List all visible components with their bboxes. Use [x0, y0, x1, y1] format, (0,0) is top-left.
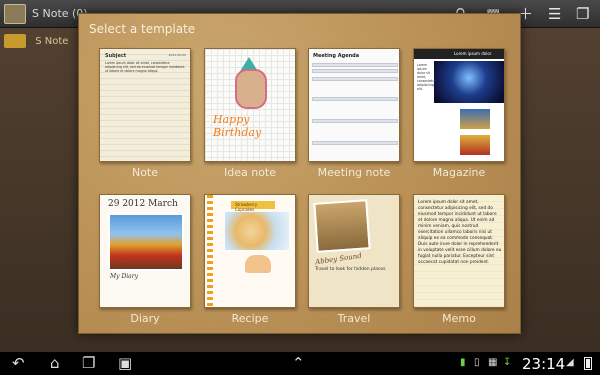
preview-heading: Lorem ipsum dolor [454, 51, 492, 56]
form-row [312, 69, 398, 73]
photo-thumbnail [460, 135, 490, 155]
carousel-photo [108, 213, 184, 271]
recipe-banner: Strawberry Cupcakes [231, 201, 275, 212]
preview-caption: My Diary [110, 273, 139, 280]
template-dialog: Select a template Subject 2012-00-00 Lor… [78, 13, 521, 334]
clock[interactable]: 23:14 [522, 355, 565, 373]
preview-heading: Subject [105, 53, 127, 59]
preview-date: 29 2012 March [108, 199, 178, 209]
folder-icon [4, 34, 26, 48]
image-icon: ▦ [488, 357, 498, 368]
template-label-memo[interactable]: Memo [404, 312, 514, 325]
wifi-icon: ◢ [566, 357, 574, 368]
child-photo [235, 69, 267, 109]
template-label-travel[interactable]: Travel [299, 312, 409, 325]
template-label-magazine[interactable]: Magazine [404, 166, 514, 179]
preview-body: Lorem ipsum dolor sit amet, consectetur … [418, 200, 502, 265]
template-label-meeting-note[interactable]: Meeting note [299, 166, 409, 179]
window-icon[interactable]: ❐ [576, 5, 589, 23]
form-row [312, 141, 398, 145]
system-bar: ↶ ⌂ ❐ ▣ ⌃ ▮ ▯ ▦ ↧ 23:14 ◢ [0, 352, 600, 375]
building-photo [313, 199, 371, 253]
preview-lead: Lorem ipsum dolor sit amet, consectetur … [417, 63, 436, 91]
preview-heading: Meeting Agenda [313, 53, 360, 59]
preview-text: Happy Birthday [213, 113, 262, 139]
food-photo [225, 212, 289, 250]
preview-banner: Strawberry Cupcakes [235, 202, 258, 212]
up-arrow-icon[interactable]: ⌃ [292, 355, 305, 372]
photo-thumbnail [460, 109, 490, 129]
folder-item[interactable]: S Note [4, 34, 68, 48]
template-magazine[interactable]: Lorem ipsum dolor Lorem ipsum dolor sit … [413, 48, 505, 162]
folder-label: S Note [35, 36, 69, 47]
preview-date: 2012-00-00 [168, 53, 186, 57]
template-label-idea-note[interactable]: Idea note [195, 166, 305, 179]
preview-heading: Travel to look for hidden places [315, 267, 386, 272]
dialog-title: Select a template [89, 22, 196, 36]
decorative-stripe [207, 195, 213, 307]
template-note[interactable]: Subject 2012-00-00 Lorem ipsum dolor sit… [99, 48, 191, 162]
sd-card-icon: ▯ [474, 357, 480, 368]
home-icon[interactable]: ⌂ [50, 355, 60, 372]
template-recipe[interactable]: Strawberry Cupcakes [204, 194, 296, 308]
template-travel[interactable]: Abbey Sound Travel to look for hidden pl… [308, 194, 400, 308]
preview-body: Lorem ipsum dolor sit amet, consectetur … [105, 61, 185, 73]
screenshot-icon[interactable]: ▣ [118, 355, 132, 372]
template-diary[interactable]: 29 2012 March My Diary [99, 194, 191, 308]
hero-photo [434, 61, 504, 103]
cupcake-illustration [245, 255, 271, 273]
recent-apps-icon[interactable]: ❐ [82, 355, 95, 372]
template-meeting-note[interactable]: Meeting Agenda [308, 48, 400, 162]
template-idea-note[interactable]: Happy Birthday [204, 48, 296, 162]
template-label-diary[interactable]: Diary [90, 312, 200, 325]
notification-icon[interactable]: ▮ [460, 357, 466, 369]
battery-icon [584, 357, 592, 370]
form-row [312, 119, 398, 123]
download-icon: ↧ [503, 357, 512, 368]
template-memo[interactable]: Lorem ipsum dolor sit amet, consectetur … [413, 194, 505, 308]
form-row [312, 97, 398, 101]
magazine-header: Lorem ipsum dolor [414, 49, 504, 59]
back-icon[interactable]: ↶ [12, 355, 25, 372]
s-note-app-icon[interactable] [4, 4, 26, 24]
form-row [312, 63, 398, 67]
template-label-note[interactable]: Note [90, 166, 200, 179]
form-row [312, 77, 398, 81]
template-label-recipe[interactable]: Recipe [195, 312, 305, 325]
menu-icon[interactable]: ☰ [548, 5, 561, 23]
